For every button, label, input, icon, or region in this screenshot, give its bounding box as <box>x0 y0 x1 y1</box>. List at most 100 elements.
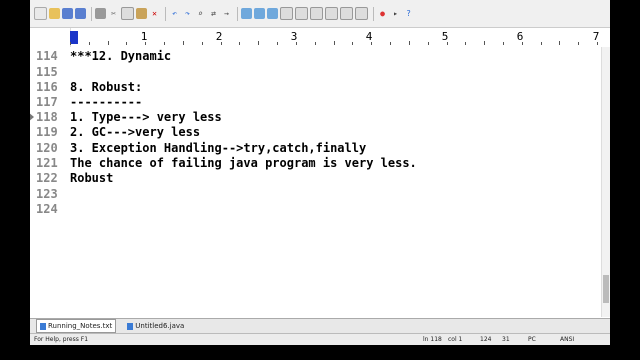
text-editor-area[interactable]: 114 ***12. Dynamic 115 116 8. Robust: 11… <box>30 47 602 317</box>
tab-label: Untitled6.java <box>135 322 185 330</box>
line-number: 117 <box>36 95 58 109</box>
play-macro-icon[interactable]: ▸ <box>390 8 401 19</box>
text-file-icon <box>40 322 46 330</box>
line-number: 116 <box>36 80 58 94</box>
line-text[interactable]: 8. Robust: <box>70 80 142 94</box>
ruler-mark: 4 <box>365 30 373 43</box>
save-all-icon[interactable] <box>75 8 86 19</box>
ruler-tick <box>559 41 560 45</box>
toolbar-separator <box>91 6 92 21</box>
bookmark-icon[interactable] <box>241 8 252 19</box>
cut-icon[interactable]: ✂ <box>108 8 119 19</box>
column-mode-icon[interactable] <box>310 7 323 20</box>
toolbar: ✂ ✕ ↶ ↷ ⌕ ⇄ → ● ▸ ? <box>30 0 610 28</box>
document-tab-bar: Running_Notes.txt Untitled6.java <box>30 318 610 333</box>
help-icon[interactable]: ? <box>403 8 414 19</box>
save-icon[interactable] <box>62 8 73 19</box>
ruler-tick <box>503 42 504 45</box>
hex-mode-icon[interactable] <box>325 7 338 20</box>
editor-line: 117 ---------- <box>30 95 602 111</box>
ruler-tick <box>89 42 90 45</box>
ruler-tick <box>126 42 127 45</box>
print-icon[interactable] <box>95 8 106 19</box>
word-wrap-icon[interactable] <box>280 7 293 20</box>
line-text[interactable]: ---------- <box>70 95 142 109</box>
ruler-tick <box>390 42 391 45</box>
ruler-tick <box>70 42 71 45</box>
redo-icon[interactable]: ↷ <box>182 8 193 19</box>
scrollbar-thumb[interactable] <box>603 275 609 303</box>
status-count-2: 31 <box>502 336 510 343</box>
ruler-mark: 3 <box>290 30 298 43</box>
ruler-mark: 2 <box>215 30 223 43</box>
ruler-tick <box>164 42 165 45</box>
ruler-tick <box>258 41 259 45</box>
editor-line: 119 2. GC--->very less <box>30 125 602 141</box>
status-mode: PC <box>528 336 536 343</box>
editor-line-current: 118 1. Type---> very less <box>30 110 602 126</box>
ruler-tick <box>202 42 203 45</box>
editor-line: 122 Robust <box>30 171 602 187</box>
editor-line: 124 <box>30 202 602 218</box>
paste-icon[interactable] <box>136 8 147 19</box>
ruler-tick <box>352 42 353 45</box>
replace-icon[interactable]: ⇄ <box>208 8 219 19</box>
toolbar-separator <box>165 6 166 21</box>
line-text[interactable]: The chance of failing java program is ve… <box>70 156 417 170</box>
editor-line: 114 ***12. Dynamic <box>30 49 602 65</box>
ruler-tick <box>315 42 316 45</box>
vertical-scrollbar[interactable] <box>601 47 610 317</box>
tab-label: Running_Notes.txt <box>48 322 113 330</box>
goto-icon[interactable]: → <box>221 8 232 19</box>
ruler-mark: 5 <box>441 30 449 43</box>
prev-bookmark-icon[interactable] <box>254 8 265 19</box>
ruler-mark: 7 <box>592 30 600 43</box>
tab-running-notes[interactable]: Running_Notes.txt <box>36 319 117 333</box>
next-bookmark-icon[interactable] <box>267 8 278 19</box>
tab-untitled6[interactable]: Untitled6.java <box>124 320 187 332</box>
ruler-tick <box>409 41 410 45</box>
ruler-tick <box>578 42 579 45</box>
line-text[interactable]: Robust <box>70 171 113 185</box>
ruler-tick <box>484 41 485 45</box>
status-help-text: For Help, press F1 <box>34 336 89 343</box>
line-text[interactable]: ***12. Dynamic <box>70 49 171 63</box>
ruler-gutter <box>30 28 71 47</box>
line-number: 123 <box>36 187 58 201</box>
status-line: ln 118 <box>423 336 442 343</box>
delete-icon[interactable]: ✕ <box>149 8 160 19</box>
status-column: col 1 <box>448 336 463 343</box>
line-number: 121 <box>36 156 58 170</box>
line-number: 122 <box>36 171 58 185</box>
editor-line: 120 3. Exception Handling-->try,catch,fi… <box>30 141 602 157</box>
ruler-mark: 1 <box>140 30 148 43</box>
status-encoding: ANSI <box>560 336 575 343</box>
line-text[interactable]: 3. Exception Handling-->try,catch,finall… <box>70 141 366 155</box>
ruler-tick <box>239 42 240 45</box>
current-line-arrow-icon <box>30 112 34 122</box>
ruler: 1 2 3 4 5 6 7 <box>30 28 610 48</box>
copy-icon[interactable] <box>121 7 134 20</box>
macro-icon[interactable]: ● <box>377 8 388 19</box>
ruler-tick <box>183 41 184 45</box>
line-numbers-icon[interactable] <box>355 7 368 20</box>
toolbar-separator <box>373 6 374 21</box>
undo-icon[interactable]: ↶ <box>169 8 180 19</box>
status-count-1: 124 <box>480 336 492 343</box>
toolbar-separator <box>237 6 238 21</box>
line-number: 115 <box>36 65 58 79</box>
ruler-tick <box>334 41 335 45</box>
line-number: 120 <box>36 141 58 155</box>
editor-line: 116 8. Robust: <box>30 80 602 96</box>
find-icon[interactable]: ⌕ <box>195 8 206 19</box>
ruler-toggle-icon[interactable] <box>340 7 353 20</box>
editor-line: 121 The chance of failing java program i… <box>30 156 602 172</box>
open-folder-icon[interactable] <box>49 8 60 19</box>
line-text[interactable]: 1. Type---> very less <box>70 110 222 124</box>
ruler-cursor-marker <box>70 31 78 44</box>
java-file-icon <box>127 322 134 330</box>
line-text[interactable]: 2. GC--->very less <box>70 125 200 139</box>
spell-check-icon[interactable] <box>295 7 308 20</box>
line-number: 118 <box>36 110 58 124</box>
new-file-icon[interactable] <box>34 7 47 20</box>
